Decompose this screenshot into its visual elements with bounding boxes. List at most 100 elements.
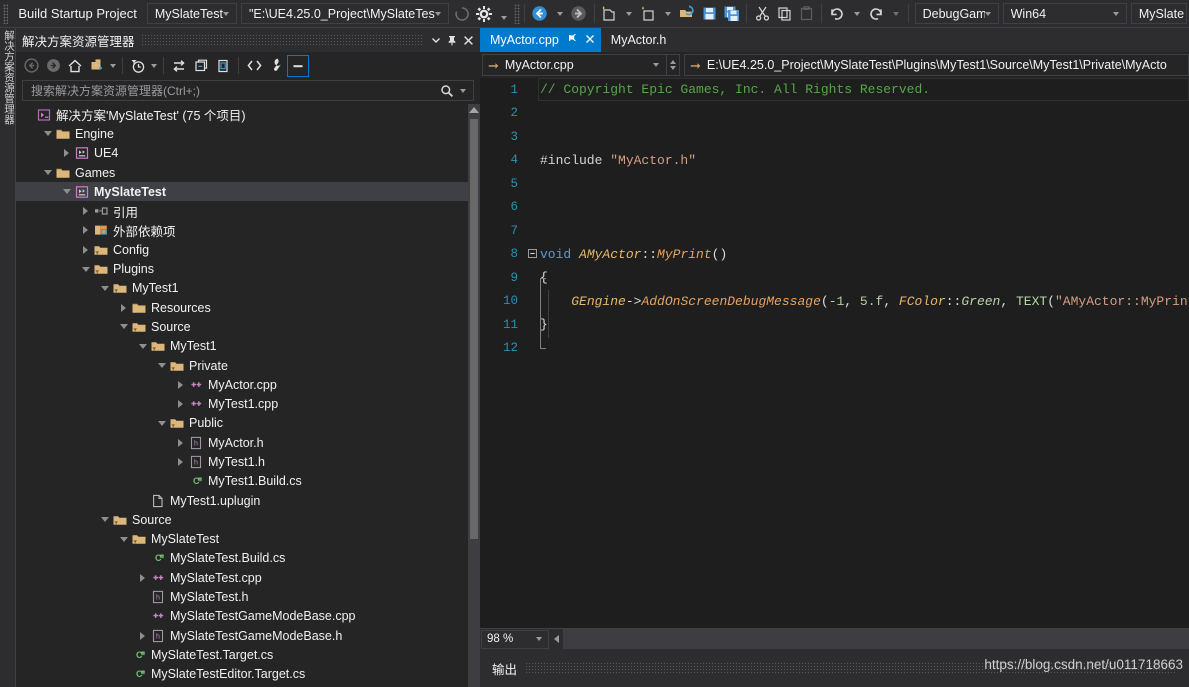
tree-item[interactable]: MyTest1 [16,337,468,356]
zoom-level-combo[interactable]: 98 % [481,629,549,649]
code-line[interactable]: 9{ [480,266,1189,290]
expander-collapse-icon[interactable] [41,124,54,143]
code-line[interactable]: 1 // Copyright Epic Games, Inc. All Right… [480,78,1189,102]
tree-item[interactable]: MyTest1.uplugin [16,491,468,510]
tree-item[interactable]: C MySlateTestEditor.Target.cs [16,665,468,684]
tree-item[interactable]: MySlateTest [16,530,468,549]
dock-tab-solution-explorer[interactable]: 解决方案资源管理器 [2,30,15,125]
navigate-forward-icon[interactable] [568,3,590,25]
expander-expand-icon[interactable] [79,221,92,240]
expander-expand-icon[interactable] [136,626,149,645]
tree-item[interactable]: MyActor.cpp [16,375,468,394]
tab-pin-icon[interactable] [567,33,578,47]
expander-collapse-icon[interactable] [155,414,168,433]
chevron-down-icon[interactable] [892,11,899,16]
tree-item[interactable]: MySlateTest.cpp [16,568,468,587]
code-line[interactable]: 7 [480,219,1189,243]
expander-expand-icon[interactable] [117,298,130,317]
solution-explorer-search[interactable] [22,80,474,101]
search-options-chevron-icon[interactable] [460,88,466,93]
expander-expand-icon[interactable] [174,452,187,471]
expander-collapse-icon[interactable] [117,530,130,549]
navigate-backward-icon[interactable] [529,3,551,25]
show-all-files-icon[interactable] [212,55,234,77]
expander-collapse-icon[interactable] [155,356,168,375]
tree-item[interactable]: Games [16,163,468,182]
code-line[interactable]: 3 [480,125,1189,149]
undo-icon[interactable] [826,3,848,25]
scrollbar-thumb[interactable] [470,119,478,539]
search-icon[interactable] [440,84,454,98]
navigation-spinner[interactable] [667,54,680,76]
tree-item-selected[interactable]: MySlateTest [16,182,468,202]
expander-collapse-icon[interactable] [79,260,92,279]
spin-up-icon[interactable] [670,60,676,64]
home-icon[interactable] [64,55,86,77]
navigation-project-combo[interactable]: ➞ MyActor.cpp [482,54,667,76]
expander-expand-icon[interactable] [79,240,92,259]
toolbar-grip-2[interactable] [513,3,520,24]
chevron-down-icon[interactable] [853,11,860,16]
chevron-down-icon[interactable] [665,11,672,16]
expander-collapse-icon[interactable] [98,510,111,529]
save-icon[interactable] [698,3,720,25]
view-code-icon[interactable] [243,55,265,77]
chevron-down-icon[interactable] [149,55,159,77]
horizontal-scrollbar[interactable] [563,628,1189,650]
preview-selected-items-icon[interactable] [287,54,309,77]
tree-item[interactable]: Config [16,240,468,259]
tree-item[interactable]: Resources [16,298,468,317]
code-line[interactable]: 5 [480,172,1189,196]
search-input[interactable] [29,82,440,99]
editor-tab[interactable]: MyActor.h [600,28,673,52]
solution-configuration-combo[interactable]: DebugGame [914,3,999,24]
properties-window-icon[interactable] [265,55,287,77]
collapse-all-icon[interactable] [190,55,212,77]
expander-expand-icon[interactable] [60,144,73,163]
tree-item[interactable]: C MyTest1.Build.cs [16,472,468,491]
expander-expand-icon[interactable] [174,433,187,452]
copy-icon[interactable] [773,3,795,25]
build-startup-project-button[interactable]: Build Startup Project [10,0,145,28]
expander-collapse-icon[interactable] [98,279,111,298]
solution-tree-scrollbar[interactable] [468,104,480,687]
tree-item[interactable]: Source [16,510,468,529]
code-line[interactable]: 10 GEngine->AddOnScreenDebugMessage(-1, … [480,290,1189,314]
tree-item[interactable]: UE4 [16,144,468,163]
tree-item[interactable]: h MySlateTest.h [16,587,468,606]
pin-icon[interactable] [444,31,460,49]
command-arguments-combo[interactable]: "E:\UE4.25.0_Project\MySlateTes [240,3,449,24]
gear-icon[interactable] [473,3,495,25]
toolbar-grip[interactable] [3,3,9,24]
redo-icon[interactable] [865,3,887,25]
chevron-down-icon[interactable] [626,11,633,16]
solution-platform-combo[interactable]: Win64 [1002,3,1127,24]
tree-item[interactable]: Private [16,356,468,375]
sync-with-active-document-icon[interactable] [86,55,108,77]
expander-collapse-icon[interactable] [136,337,149,356]
toolbar-overflow-chevron-icon[interactable] [500,15,507,20]
expander-collapse-icon[interactable] [41,163,54,182]
expander-expand-icon[interactable] [136,568,149,587]
code-line[interactable]: 6 [480,196,1189,220]
tree-item[interactable]: MyTest1.cpp [16,394,468,413]
tree-item[interactable]: Engine [16,124,468,143]
refresh-icon[interactable] [168,55,190,77]
forward-icon[interactable] [42,55,64,77]
tree-item[interactable]: h MyTest1.h [16,452,468,471]
expander-collapse-icon[interactable] [117,317,130,336]
tree-item[interactable]: 解决方案'MySlateTest' (75 个项目) [16,105,468,124]
new-project-icon[interactable] [598,3,620,25]
refresh-spinner-icon[interactable] [451,3,473,25]
tree-item[interactable]: h MySlateTestGameModeBase.h [16,626,468,645]
navigation-path-combo[interactable]: ➞ E:\UE4.25.0_Project\MySlateTest\Plugin… [684,54,1189,76]
tree-item[interactable]: MyTest1 [16,279,468,298]
new-item-icon[interactable] [637,3,659,25]
pending-changes-filter-icon[interactable] [127,55,149,77]
chevron-down-icon[interactable] [108,55,118,77]
code-line[interactable]: 2 [480,102,1189,126]
code-line[interactable]: 11} [480,313,1189,337]
paste-icon[interactable] [795,3,817,25]
close-icon[interactable] [460,31,476,49]
tree-item[interactable]: Source [16,317,468,336]
